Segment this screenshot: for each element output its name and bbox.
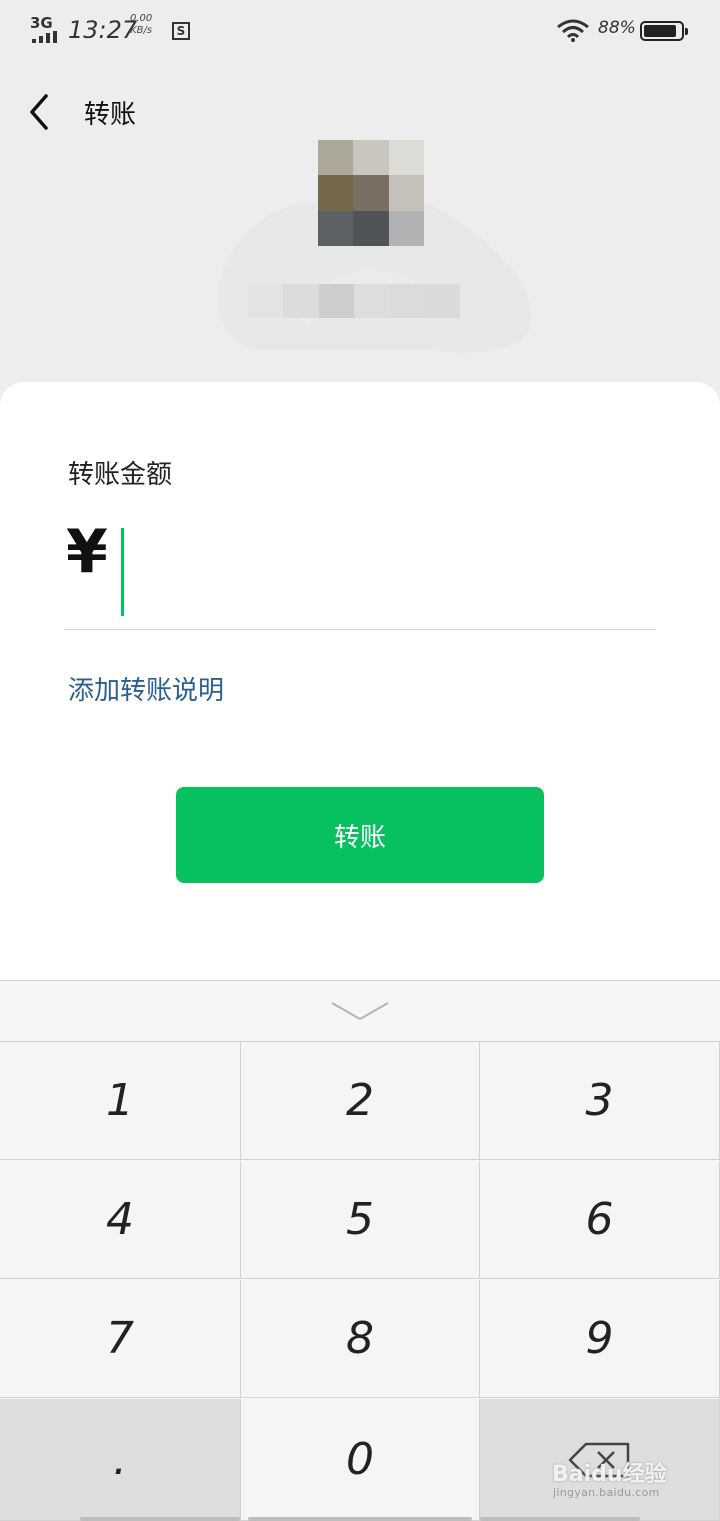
key-1[interactable]: 1 bbox=[0, 1042, 241, 1160]
chevron-left-icon[interactable] bbox=[22, 92, 62, 132]
divider bbox=[64, 629, 656, 630]
clock: 13:27 bbox=[68, 16, 138, 44]
payee-name-blurred bbox=[248, 284, 460, 318]
key-5[interactable]: 5 bbox=[241, 1161, 480, 1279]
avatar bbox=[318, 140, 424, 246]
numeric-keypad: 1 2 3 4 5 6 7 8 9 . 0 bbox=[0, 980, 720, 1521]
key-8[interactable]: 8 bbox=[241, 1280, 480, 1398]
screenshot-icon: S bbox=[172, 22, 190, 40]
key-4[interactable]: 4 bbox=[0, 1161, 241, 1279]
key-2[interactable]: 2 bbox=[241, 1042, 480, 1160]
add-remark-link[interactable]: 添加转账说明 bbox=[68, 670, 224, 707]
speed-unit: KB/s bbox=[130, 25, 153, 36]
currency-symbol: ¥ bbox=[66, 517, 108, 587]
signal-icon bbox=[32, 31, 62, 43]
key-decimal[interactable]: . bbox=[0, 1399, 241, 1521]
key-6[interactable]: 6 bbox=[480, 1161, 720, 1279]
watermark-brand: Baidu经验 bbox=[552, 1462, 667, 1487]
key-9[interactable]: 9 bbox=[480, 1280, 720, 1398]
key-7[interactable]: 7 bbox=[0, 1280, 241, 1398]
speed-value: 0.00 bbox=[130, 13, 153, 24]
status-bar: 3G 13:27 0.00 KB/s S 88% bbox=[0, 0, 720, 64]
wifi-icon bbox=[557, 19, 589, 42]
network-type: 3G bbox=[30, 14, 53, 32]
payee-info bbox=[0, 140, 720, 384]
gesture-bar bbox=[0, 1517, 720, 1521]
keypad-grid: 1 2 3 4 5 6 7 8 9 . 0 bbox=[0, 1042, 720, 1521]
battery-icon bbox=[640, 21, 688, 41]
amount-label: 转账金额 bbox=[68, 460, 173, 490]
text-cursor bbox=[121, 528, 124, 616]
watermark-url: jingyan.baidu.com bbox=[553, 1486, 660, 1499]
page-title: 转账 bbox=[84, 100, 137, 130]
amount-input[interactable] bbox=[132, 528, 636, 618]
transfer-button[interactable]: 转账 bbox=[176, 787, 544, 883]
battery-percent: 88% bbox=[598, 18, 636, 38]
keypad-header bbox=[0, 981, 720, 1042]
transfer-card: 转账金额 ¥ 添加转账说明 转账 bbox=[0, 382, 720, 982]
network-speed: 0.00 KB/s bbox=[130, 13, 152, 37]
key-0[interactable]: 0 bbox=[241, 1399, 480, 1521]
chevron-down-icon[interactable] bbox=[330, 999, 390, 1023]
key-3[interactable]: 3 bbox=[480, 1042, 720, 1160]
